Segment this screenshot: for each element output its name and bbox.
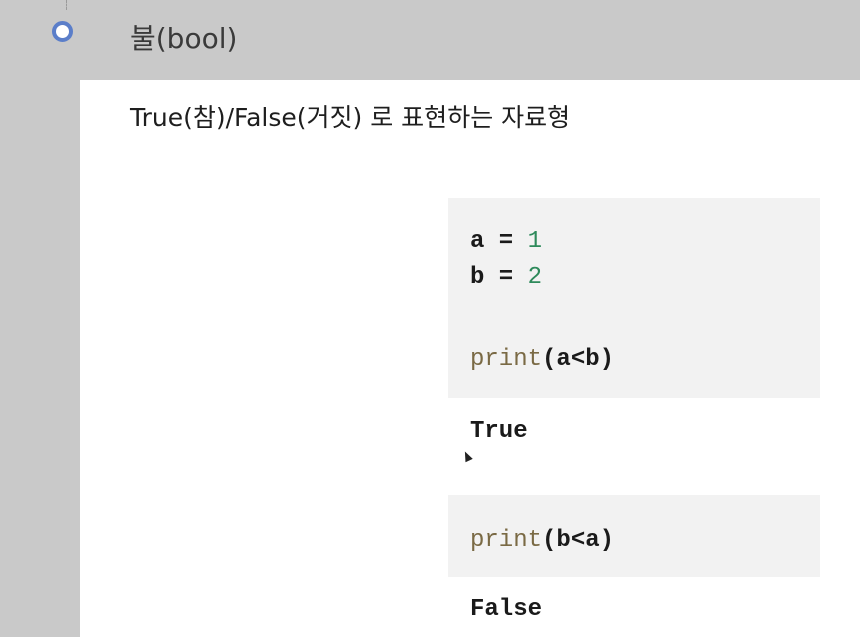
code-line: b = 2 xyxy=(470,260,820,296)
notebook-page: 불(bool) True(참)/False(거짓) 로 표현하는 자료형 a =… xyxy=(0,0,860,637)
code-cell[interactable]: print(b<a) xyxy=(448,495,820,577)
code-function: print xyxy=(470,346,543,373)
code-number: 1 xyxy=(527,228,543,255)
code-number: 2 xyxy=(527,264,543,291)
section-title: 불(bool) xyxy=(130,22,238,55)
code-line: print(b<a) xyxy=(470,523,820,559)
cell-output: True xyxy=(470,418,528,445)
section-header[interactable]: 불(bool) xyxy=(0,0,860,80)
code-line: print(a<b) xyxy=(470,342,820,378)
code-variable: a xyxy=(470,228,485,255)
code-function: print xyxy=(470,527,543,554)
code-operator: = xyxy=(484,264,528,291)
code-operator: = xyxy=(484,228,528,255)
section-description: True(참)/False(거짓) 로 표현하는 자료형 xyxy=(130,103,571,132)
code-args: (b<a) xyxy=(542,527,615,554)
code-cell[interactable]: a = 1 b = 2 print(a<b) xyxy=(448,198,820,398)
code-args: (a<b) xyxy=(542,346,615,373)
circle-bullet-icon[interactable] xyxy=(52,21,73,42)
cell-output: False xyxy=(470,596,543,623)
section-content: True(참)/False(거짓) 로 표현하는 자료형 a = 1 b = 2… xyxy=(80,80,860,637)
code-variable: b xyxy=(470,264,485,291)
code-line: a = 1 xyxy=(470,224,820,260)
